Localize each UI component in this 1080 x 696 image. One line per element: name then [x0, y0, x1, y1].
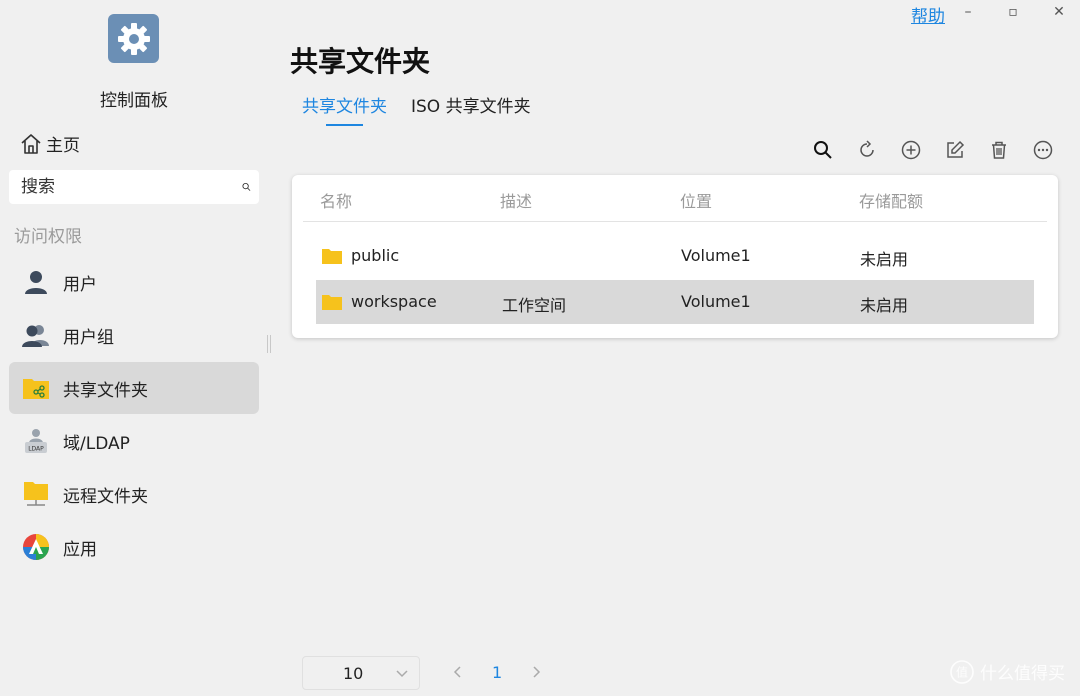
minimize-button[interactable]: – [958, 2, 978, 22]
chevron-down-icon [396, 670, 408, 678]
page-size-value: 10 [343, 663, 364, 683]
sidebar-item-apps[interactable]: 应用 [9, 521, 259, 573]
app-title: 控制面板 [100, 91, 168, 111]
watermark: 值 什么值得买 [950, 659, 1065, 684]
help-link[interactable]: 帮助 [911, 2, 945, 27]
close-button[interactable]: ✕ [1049, 2, 1069, 22]
sidebar-search-input[interactable] [19, 176, 242, 198]
svg-text:LDAP: LDAP [28, 446, 44, 453]
delete-icon[interactable] [988, 139, 1010, 161]
sidebar-search[interactable] [9, 170, 259, 204]
folder-icon [322, 295, 342, 310]
sidebar-item-label: 远程文件夹 [63, 486, 148, 507]
page-size-select[interactable]: 10 [302, 656, 420, 690]
ldap-icon: LDAP [21, 426, 51, 456]
cell-quota: 未启用 [860, 250, 909, 269]
column-header-quota[interactable]: 存储配额 [859, 188, 923, 212]
home-icon [21, 133, 41, 154]
cell-name: public [351, 246, 400, 265]
control-panel-gear-icon [108, 14, 159, 63]
watermark-text: 什么值得买 [980, 664, 1065, 684]
add-icon[interactable] [900, 139, 922, 161]
table-row[interactable]: public Volume1 未启用 [316, 234, 1034, 278]
table-header: 名称 描述 位置 存储配额 [303, 175, 1047, 222]
cell-name: workspace [351, 292, 437, 311]
sidebar-item-remote-folders[interactable]: 远程文件夹 [9, 468, 259, 520]
user-icon [21, 267, 51, 297]
tab-shared-folders[interactable]: 共享文件夹 [302, 92, 387, 126]
sidebar-item-label: 用户 [63, 274, 97, 295]
tab-iso-shared-folders[interactable]: ISO 共享文件夹 [411, 92, 531, 125]
edit-icon[interactable] [944, 139, 966, 161]
cell-location: Volume1 [681, 292, 751, 311]
column-header-description[interactable]: 描述 [500, 188, 532, 212]
folder-icon [322, 249, 342, 264]
search-icon[interactable] [242, 177, 251, 197]
sidebar-item-label: 应用 [63, 539, 97, 560]
sidebar-item-ldap[interactable]: LDAP 域/LDAP [9, 415, 259, 467]
column-header-location[interactable]: 位置 [680, 188, 712, 212]
more-icon[interactable] [1032, 139, 1054, 161]
cell-location: Volume1 [681, 246, 751, 265]
watermark-logo-icon: 值 [950, 659, 974, 684]
sidebar-item-label: 用户组 [63, 327, 114, 348]
prev-page-icon[interactable] [450, 664, 466, 680]
shared-folder-table: 名称 描述 位置 存储配额 public Volume1 未启用 workspa… [292, 175, 1058, 338]
search-icon[interactable] [812, 139, 834, 161]
maximize-button[interactable]: ▫ [1003, 2, 1023, 22]
pagination: 10 1 [302, 656, 702, 690]
sidebar-item-user-groups[interactable]: 用户组 [9, 309, 259, 361]
svg-text:值: 值 [956, 664, 968, 679]
sidebar-item-shared-folders[interactable]: 共享文件夹 [9, 362, 259, 414]
remote-folder-icon [21, 479, 51, 509]
page-title: 共享文件夹 [290, 45, 431, 78]
user-group-icon [21, 320, 51, 350]
toolbar [812, 139, 1076, 161]
cell-quota: 未启用 [860, 296, 909, 315]
sidebar-nav: 用户 用户组 共享文件夹 LDAP 域/LDAP 远程文件夹 应用 [9, 256, 259, 574]
next-page-icon[interactable] [528, 664, 544, 680]
current-page[interactable]: 1 [492, 663, 502, 682]
column-header-name[interactable]: 名称 [320, 188, 352, 212]
app-icon [21, 532, 51, 562]
sidebar: 控制面板 主页 访问权限 用户 用户组 [0, 0, 271, 696]
sidebar-item-label: 共享文件夹 [63, 380, 148, 401]
cell-description: 工作空间 [502, 296, 567, 315]
section-label-access: 访问权限 [14, 227, 82, 247]
tab-bar: 共享文件夹 ISO 共享文件夹 [302, 92, 531, 126]
shared-folder-icon [21, 373, 51, 403]
sidebar-item-label: 域/LDAP [63, 433, 130, 454]
sidebar-resize-handle[interactable] [267, 335, 271, 353]
sidebar-item-users[interactable]: 用户 [9, 256, 259, 308]
home-link[interactable]: 主页 [20, 131, 80, 156]
home-label: 主页 [46, 136, 80, 156]
table-row[interactable]: workspace 工作空间 Volume1 未启用 [316, 280, 1034, 324]
refresh-icon[interactable] [856, 139, 878, 161]
